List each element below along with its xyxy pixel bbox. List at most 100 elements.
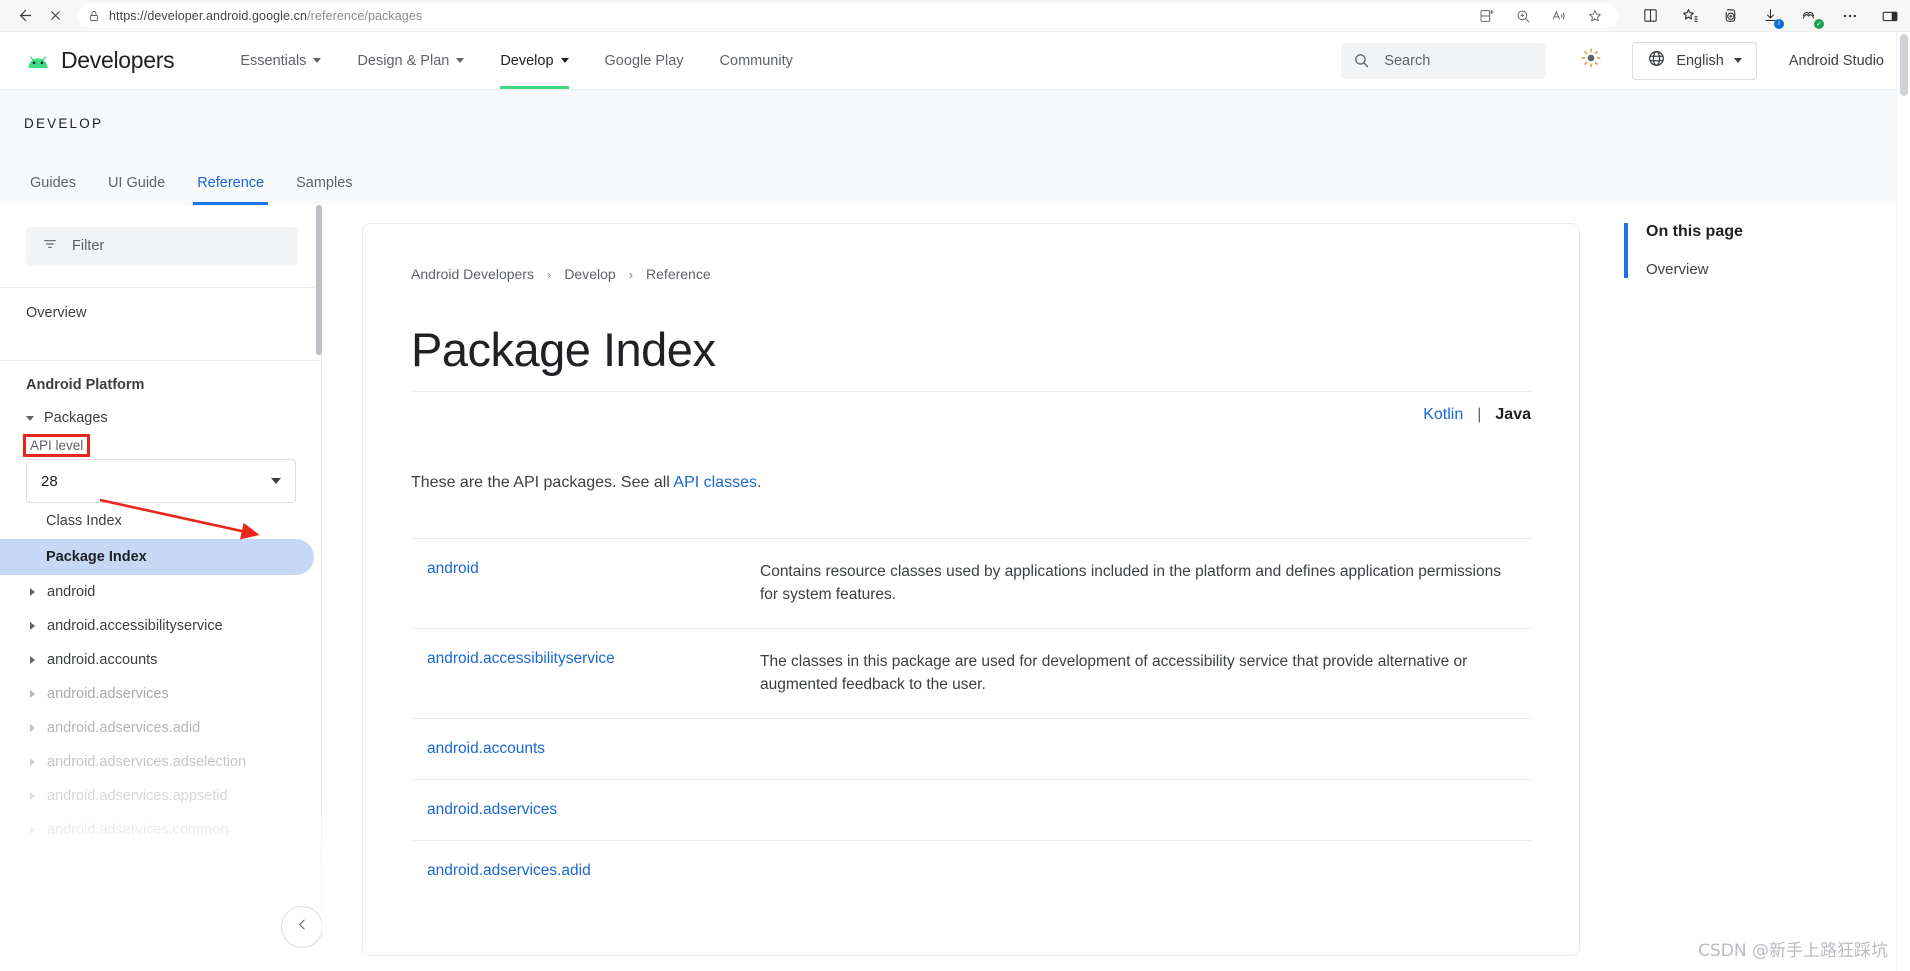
nav-item-develop[interactable]: Develop	[482, 32, 586, 89]
package-link[interactable]: android.accessibilityservice	[427, 650, 760, 697]
sidebar-package-label: android.adservices.adid	[47, 720, 201, 736]
sidebar-collapse-button[interactable]	[281, 906, 322, 948]
language-label: English	[1676, 52, 1724, 69]
nav-item-essentials[interactable]: Essentials	[222, 32, 339, 89]
breadcrumb: Android Developers › Develop › Reference	[411, 266, 1531, 282]
brand-logo-link[interactable]: Developers	[24, 47, 175, 74]
filter-input[interactable]: Filter	[26, 227, 298, 265]
chevron-down-icon	[313, 58, 322, 63]
nav-label: Community	[719, 52, 793, 69]
lang-option-java[interactable]: Java	[1495, 406, 1531, 424]
package-link[interactable]: android.adservices	[427, 801, 760, 819]
tab-samples[interactable]: Samples	[280, 175, 368, 205]
browser-essentials-icon[interactable]	[1640, 6, 1660, 26]
chevron-down-icon	[560, 58, 569, 63]
sidebar-package-android-accessibilityservice[interactable]: android.accessibilityservice	[0, 609, 322, 643]
chevron-down-icon	[456, 58, 465, 63]
triangle-right-icon	[30, 656, 35, 664]
favorite-star-icon[interactable]	[1586, 7, 1604, 25]
api-level-dropdown[interactable]: 28	[26, 459, 296, 503]
address-bar[interactable]: https://developer.android.google.cn/refe…	[78, 3, 1618, 28]
toc-item-overview[interactable]: Overview	[1646, 261, 1910, 278]
breadcrumb-item-android-developers[interactable]: Android Developers	[411, 266, 534, 282]
triangle-right-icon	[30, 724, 35, 732]
breadcrumb-item-develop[interactable]: Develop	[564, 266, 615, 282]
triangle-right-icon	[30, 588, 35, 596]
sidebar-node-label: Packages	[44, 410, 108, 426]
sidebar-package-android[interactable]: android	[0, 575, 322, 609]
site-header: Developers Essentials Design & Plan Deve…	[0, 32, 1910, 90]
api-classes-link[interactable]: API classes	[673, 474, 757, 491]
page-scrollbar-thumb[interactable]	[1900, 34, 1908, 96]
package-description: Contains resource classes used by applic…	[760, 562, 1501, 604]
brand-name: Developers	[61, 47, 175, 73]
tab-guides[interactable]: Guides	[14, 175, 92, 205]
sidebar-scrollbar[interactable]	[316, 205, 322, 355]
lock-icon	[88, 9, 100, 23]
android-robot-icon	[24, 51, 52, 71]
primary-nav: Essentials Design & Plan Develop Google …	[222, 32, 811, 89]
nav-label: Develop	[500, 52, 554, 69]
downloads-icon[interactable]: i	[1760, 6, 1784, 29]
url-path: /reference/packages	[307, 8, 423, 23]
package-link[interactable]: android.adservices.adid	[427, 862, 760, 880]
nav-item-google-play[interactable]: Google Play	[587, 32, 702, 89]
package-table: android Contains resource classes used b…	[411, 537, 1531, 901]
sidebar-item-overview[interactable]: Overview	[0, 288, 322, 338]
read-aloud-icon[interactable]	[1550, 7, 1568, 25]
split-screen-icon[interactable]	[1478, 7, 1496, 25]
sidebar-item-package-index[interactable]: Package Index	[0, 539, 314, 575]
search-input[interactable]: Search	[1341, 42, 1547, 79]
sidebar-package-android-adservices-appsetid[interactable]: android.adservices.appsetid	[0, 779, 322, 813]
package-description	[760, 801, 1515, 819]
api-level-value: 28	[41, 472, 58, 490]
table-row: android Contains resource classes used b…	[411, 537, 1531, 628]
package-description	[760, 740, 1515, 758]
on-this-page-panel: On this page Overview	[1580, 205, 1910, 956]
sidebar-package-android-adservices-adid[interactable]: android.adservices.adid	[0, 711, 322, 745]
sidebar-node-packages[interactable]: Packages	[0, 403, 322, 433]
sidebar-package-android-accounts[interactable]: android.accounts	[0, 643, 322, 677]
triangle-right-icon	[30, 622, 35, 630]
android-studio-link[interactable]: Android Studio	[1789, 53, 1884, 69]
nav-item-design-plan[interactable]: Design & Plan	[339, 32, 482, 89]
browser-actions: i ✓	[1626, 6, 1900, 29]
tab-ui-guide[interactable]: UI Guide	[92, 175, 181, 205]
favorites-icon[interactable]	[1680, 6, 1700, 26]
page-title: Package Index	[411, 323, 716, 376]
collections-icon[interactable]	[1720, 6, 1740, 26]
chevron-down-icon	[1733, 58, 1742, 63]
nav-item-community[interactable]: Community	[702, 32, 811, 89]
package-description	[760, 862, 1515, 880]
triangle-right-icon	[30, 792, 35, 800]
sidebar-package-android-adservices[interactable]: android.adservices	[0, 677, 322, 711]
api-level-label: API level	[22, 434, 91, 457]
settings-more-icon[interactable]	[1840, 6, 1860, 26]
lang-option-kotlin[interactable]: Kotlin	[1423, 406, 1463, 424]
sidebar-package-label: android.adservices.adselection	[47, 754, 247, 770]
search-icon	[1353, 52, 1370, 69]
theme-toggle-button[interactable]	[1568, 47, 1614, 74]
browser-toolbar: https://developer.android.google.cn/refe…	[0, 0, 1910, 32]
page-scrollbar[interactable]	[1896, 32, 1910, 971]
sidebar-package-android-adservices-adselection[interactable]: android.adservices.adselection	[0, 745, 322, 779]
breadcrumb-item-reference[interactable]: Reference	[646, 266, 711, 282]
nav-label: Google Play	[604, 52, 684, 69]
back-arrow-icon[interactable]	[10, 3, 40, 29]
close-icon[interactable]	[40, 3, 70, 29]
table-row: android.accounts	[411, 717, 1531, 779]
sidebar-package-label: android.adservices.appsetid	[47, 788, 228, 804]
package-link[interactable]: android.accounts	[427, 740, 760, 758]
sidebar-package-label: android.accounts	[47, 652, 158, 668]
watermark: CSDN @新手上路狂踩坑	[1698, 941, 1888, 961]
zoom-icon[interactable]	[1514, 7, 1532, 25]
health-icon[interactable]: ✓	[1800, 6, 1824, 29]
sidebar-package-android-adservices-common[interactable]: android.adservices.common	[0, 813, 322, 847]
search-placeholder: Search	[1384, 52, 1431, 69]
tab-reference[interactable]: Reference	[181, 175, 280, 205]
sidebar-item-class-index[interactable]: Class Index	[0, 503, 322, 539]
sidebar-toggle-icon[interactable]	[1880, 6, 1900, 26]
toc-title: On this page	[1646, 223, 1743, 240]
package-link[interactable]: android	[427, 560, 760, 607]
language-selector[interactable]: English	[1632, 41, 1757, 80]
